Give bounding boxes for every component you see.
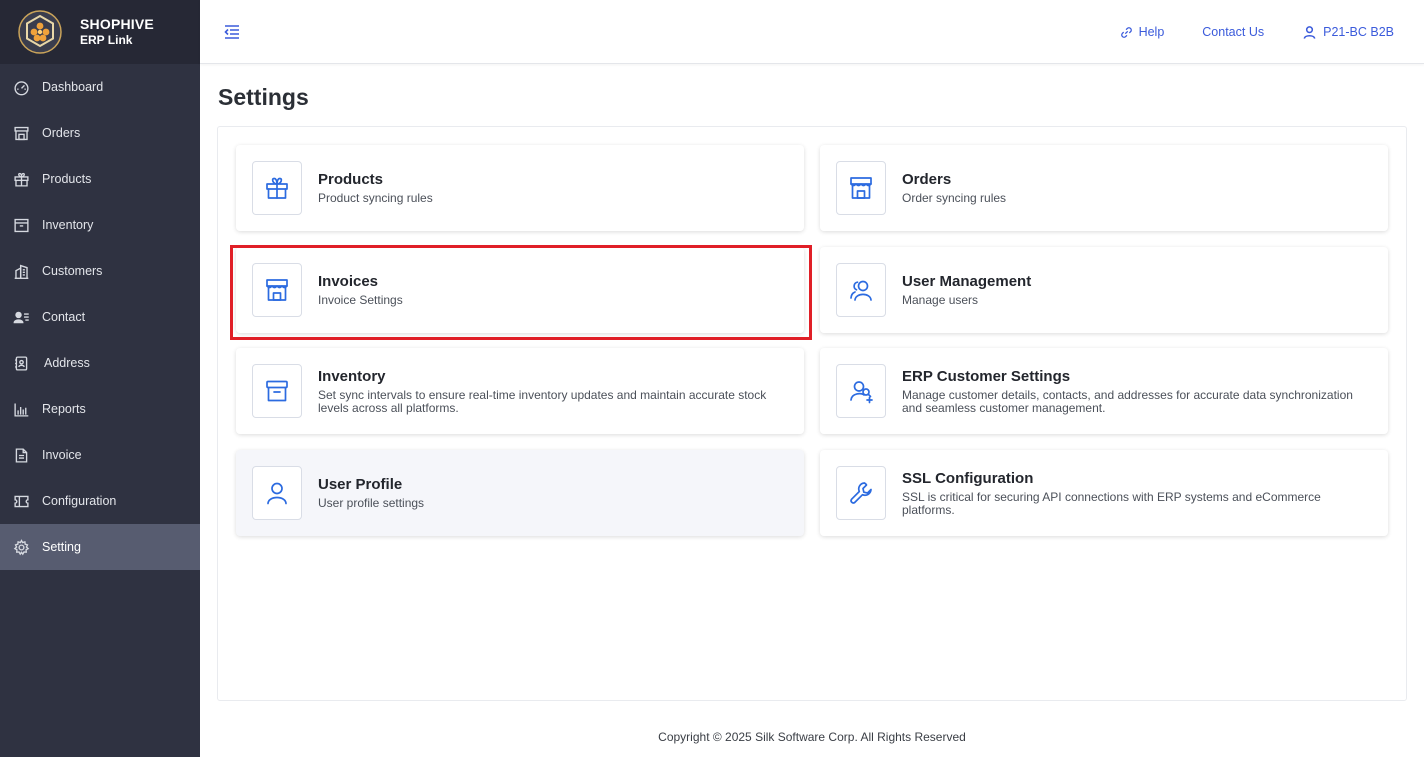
sidebar-item-label: Products — [42, 172, 92, 186]
store-icon — [836, 161, 886, 215]
store-icon — [252, 263, 302, 317]
user-icon — [252, 466, 302, 520]
card-title: Invoices — [318, 273, 379, 290]
card-description: Manage users — [902, 293, 979, 307]
sidebar-item-reports[interactable]: Reports — [0, 386, 200, 432]
sidebar-item-label: Inventory — [42, 218, 94, 232]
settings-card-orders[interactable]: Orders Order syncing rules — [820, 145, 1388, 231]
settings-card-ssl-configuration[interactable]: SSL Configuration SSL is critical for se… — [820, 450, 1388, 536]
settings-card-user-management[interactable]: User Management Manage users — [820, 247, 1388, 333]
sidebar: SHOPHIVE ERP Link Dashboard Orders Produ… — [0, 0, 200, 757]
user-menu[interactable]: P21-BC B2B — [1302, 25, 1394, 40]
footer-copyright: Copyright © 2025 Silk Software Corp. All… — [658, 730, 966, 744]
sidebar-item-label: Customers — [42, 264, 103, 278]
sidebar-item-label: Configuration — [42, 494, 117, 508]
sidebar-item-label: Dashboard — [42, 80, 104, 94]
sidebar-item-customers[interactable]: Customers — [0, 248, 200, 294]
dashboard-icon — [12, 78, 30, 96]
contact-us-link[interactable]: Contact Us — [1202, 25, 1264, 39]
card-title: ERP Customer Settings — [902, 367, 1071, 385]
contact-card-icon — [12, 308, 30, 326]
card-description: Invoice Settings — [318, 293, 403, 307]
gear-icon — [12, 538, 30, 556]
card-description: Manage customer details, contacts, and a… — [902, 387, 1353, 415]
sidebar-item-orders[interactable]: Orders — [0, 110, 200, 156]
card-description: Product syncing rules — [318, 191, 433, 205]
settings-card-invoices[interactable]: Invoices Invoice Settings — [236, 247, 804, 333]
wrench-icon — [836, 466, 886, 520]
building-icon — [12, 262, 30, 280]
store-icon — [12, 124, 30, 142]
page-title: Settings — [218, 84, 309, 110]
users-icon — [836, 263, 886, 317]
sidebar-item-label: Setting — [42, 540, 81, 554]
sidebar-item-label: Reports — [42, 402, 86, 416]
brand-subtitle: ERP Link — [80, 33, 133, 48]
sidebar-item-label: Invoice — [42, 448, 82, 462]
link-icon — [1120, 26, 1132, 38]
gift-icon — [252, 161, 302, 215]
card-title: Products — [318, 171, 384, 188]
sidebar-nav: Dashboard Orders Products Inventory Cust… — [0, 64, 200, 570]
sidebar-item-configuration[interactable]: Configuration — [0, 478, 200, 524]
sidebar-item-label: Orders — [42, 126, 81, 140]
help-label: Help — [1138, 25, 1165, 39]
shophive-logo-icon — [18, 10, 62, 54]
card-description: Set sync intervals to ensure real-time i… — [318, 387, 767, 415]
sidebar-item-invoice[interactable]: Invoice — [0, 432, 200, 478]
user-icon — [1303, 25, 1316, 39]
sidebar-item-contact[interactable]: Contact — [0, 294, 200, 340]
card-title: Orders — [902, 171, 952, 188]
card-description: SSL is critical for securing API connect… — [902, 489, 1321, 517]
user-name: P21-BC B2B — [1323, 25, 1394, 39]
card-title: User Management — [902, 273, 1032, 290]
address-book-icon — [12, 354, 30, 372]
sidebar-item-dashboard[interactable]: Dashboard — [0, 64, 200, 110]
card-title: User Profile — [318, 476, 403, 493]
card-description: Order syncing rules — [902, 191, 1007, 205]
brand-name: SHOPHIVE — [80, 16, 154, 33]
archive-icon — [12, 216, 30, 234]
sidebar-item-address[interactable]: Address — [0, 340, 200, 386]
user-search-add-icon — [836, 364, 886, 418]
card-title: SSL Configuration — [902, 469, 1034, 487]
gift-icon — [12, 170, 30, 188]
bar-chart-icon — [12, 400, 30, 418]
menu-collapse-icon[interactable] — [222, 22, 242, 42]
ticket-icon — [12, 492, 30, 510]
sidebar-item-inventory[interactable]: Inventory — [0, 202, 200, 248]
settings-card-user-profile[interactable]: User Profile User profile settings — [236, 450, 804, 536]
contact-us-label: Contact Us — [1202, 25, 1265, 39]
sidebar-item-products[interactable]: Products — [0, 156, 200, 202]
settings-card-products[interactable]: Products Product syncing rules — [236, 145, 804, 231]
top-header: Help Contact Us P21-BC B2B — [200, 0, 1424, 64]
document-icon — [12, 446, 30, 464]
sidebar-item-label: Contact — [42, 310, 86, 324]
sidebar-item-label: Address — [44, 356, 90, 370]
archive-icon — [252, 364, 302, 418]
help-link[interactable]: Help — [1120, 25, 1165, 39]
brand[interactable]: SHOPHIVE ERP Link — [0, 0, 200, 64]
settings-card-inventory[interactable]: Inventory Set sync intervals to ensure r… — [236, 348, 804, 434]
sidebar-item-setting[interactable]: Setting — [0, 524, 200, 570]
card-title: Inventory — [318, 367, 386, 385]
settings-card-erp-customer-settings[interactable]: ERP Customer Settings Manage customer de… — [820, 348, 1388, 434]
card-description: User profile settings — [318, 496, 425, 510]
